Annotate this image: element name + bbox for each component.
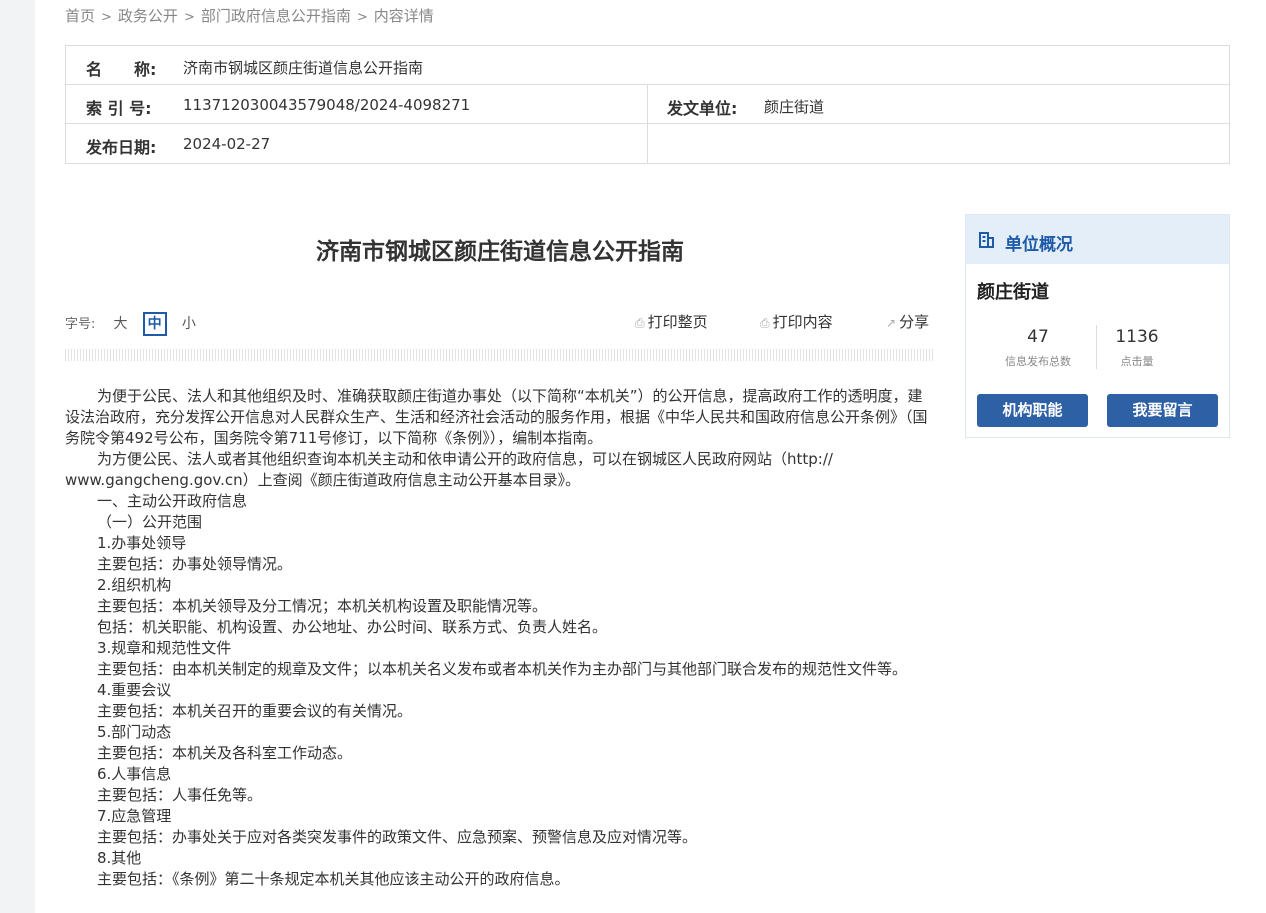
unit-overview-header: 单位概况 [966,215,1229,264]
meta-index-value: 113712030043579048/2024-4098271 [183,96,471,114]
printer-icon: ⎙ [635,316,645,330]
article-paragraph: 1.办事处领导 [97,534,187,552]
font-size-switcher: 字号: 大 中 小 [65,312,196,336]
building-icon [979,232,994,248]
share-icon: ↗ [886,316,897,330]
article-title: 济南市钢城区颜庄街道信息公开指南 [316,239,684,265]
font-size-large-button[interactable]: 大 [114,313,128,333]
article-paragraph: 5.部门动态 [97,723,172,741]
article-paragraph: 为方便公民、法人或者其他组织查询本机关主动和依申请公开的政府信息，可以在钢城区人… [65,450,833,489]
meta-unit-value: 颜庄街道 [764,98,825,116]
article-body: 为便于公民、法人和其他组织及时、准确获取颜庄街道办事处（以下简称“本机关”）的公… [65,386,935,890]
font-size-label: 字号: [65,317,96,332]
meta-unit-label: 发文单位: [667,99,738,118]
article-paragraph: 4.重要会议 [97,681,172,699]
meta-date-value: 2024-02-27 [183,135,271,153]
page: 首页 > 政务公开 > 部门政府信息公开指南 > 内容详情 名 称: 济南市钢城区颜庄街道信… [35,0,1266,913]
article-paragraph: 主要包括：本机关领导及分工情况；本机关机构设置及职能情况等。 [97,597,548,615]
article-paragraph: 主要包括：由本机关制定的规章及文件；以本机关名义发布或者本机关作为主办部门与其他… [97,660,908,678]
article-paragraph: 主要包括：人事任免等。 [97,786,263,804]
breadcrumb-separator: > [183,10,195,25]
font-size-medium-button[interactable]: 中 [142,312,167,336]
meta-divider [647,85,648,164]
unit-overview-title: 单位概况 [1005,235,1073,255]
article-paragraph: 主要包括：《条例》第二十条规定本机关其他应该主动公开的政府信息。 [97,870,570,888]
article-paragraph: 为便于公民、法人和其他组织及时、准确获取颜庄街道办事处（以下简称“本机关”）的公… [65,387,928,447]
document-meta-table: 名 称: 济南市钢城区颜庄街道信息公开指南 索 引 号: 11371203004… [65,45,1230,164]
unit-overview-panel: 单位概况 颜庄街道 47 信息发布总数 1136 点击量 机构职能 我要留言 [965,214,1230,438]
article-paragraph: 主要包括：本机关召开的重要会议的有关情况。 [97,702,413,720]
org-functions-button[interactable]: 机构职能 [977,394,1088,427]
breadcrumb-home[interactable]: 首页 [65,7,95,25]
print-content-button[interactable]: ⎙ 打印内容 [760,311,833,332]
article-paragraph: 主要包括：办事处关于应对各类突发事件的政策文件、应急预案、预警信息及应对情况等。 [97,828,698,846]
stat-click-count-value: 1136 [1115,327,1159,347]
article-paragraph: 7.应急管理 [97,807,172,825]
meta-name-value: 济南市钢城区颜庄街道信息公开指南 [183,59,424,77]
article-paragraph: 2.组织机构 [97,576,172,594]
leave-message-button[interactable]: 我要留言 [1107,394,1218,427]
breadcrumb-separator: > [356,10,368,25]
stat-click-count-caption: 点击量 [1120,355,1154,368]
article-paragraph: 包括：机关职能、机构设置、办公地址、办公时间、联系方式、负责人姓名。 [97,618,608,636]
breadcrumb-current: 内容详情 [373,7,434,25]
article-paragraph: 8.其他 [97,849,142,867]
meta-row-name: 名 称: 济南市钢城区颜庄街道信息公开指南 [66,46,1229,85]
meta-index-label: 索 引 号: [86,99,152,118]
breadcrumb-gov-affairs[interactable]: 政务公开 [118,7,178,25]
share-button[interactable]: ↗ 分享 [886,311,929,332]
font-size-small-button[interactable]: 小 [182,313,196,333]
breadcrumb-guide[interactable]: 部门政府信息公开指南 [201,7,351,25]
content-divider [65,349,935,361]
article-paragraph: （一）公开范围 [97,513,203,531]
print-content-label: 打印内容 [772,313,833,331]
article-paragraph: 3.规章和规范性文件 [97,639,232,657]
meta-name-label: 名 称: [86,60,157,79]
article-paragraph: 6.人事信息 [97,765,172,783]
article-paragraph: 主要包括：办事处领导情况。 [97,555,293,573]
breadcrumb-separator: > [101,10,112,25]
meta-date-label: 发布日期: [86,138,157,157]
breadcrumb: 首页 > 政务公开 > 部门政府信息公开指南 > 内容详情 [65,5,434,26]
article-paragraph: 主要包括：本机关及各科室工作动态。 [97,744,353,762]
printer-icon: ⎙ [760,316,770,330]
stat-click-count: 1136 点击量 [1077,327,1197,369]
article-paragraph: 一、主动公开政府信息 [97,492,248,510]
print-page-button[interactable]: ⎙ 打印整页 [635,311,708,332]
share-label: 分享 [899,313,930,331]
print-page-label: 打印整页 [647,313,708,331]
org-name: 颜庄街道 [977,282,1049,303]
